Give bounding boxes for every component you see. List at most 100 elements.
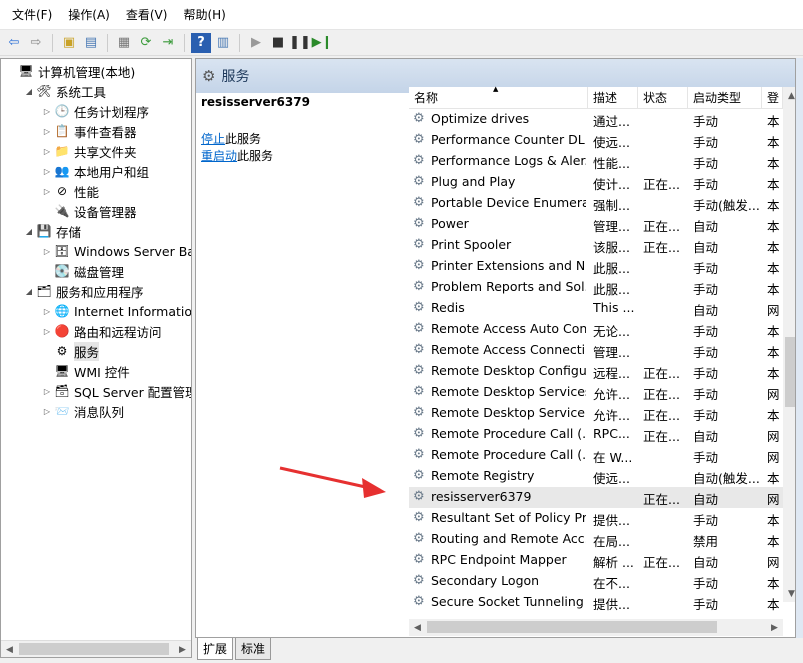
- tree-item[interactable]: ⚙ 服务: [41, 341, 100, 361]
- back-icon[interactable]: ⇦: [4, 33, 24, 53]
- expander-icon[interactable]: ◢: [23, 287, 35, 296]
- service-row[interactable]: ⚙ Performance Logs & Aler... 性能... 手动 本: [409, 151, 783, 172]
- expander-icon[interactable]: ▷: [41, 187, 53, 196]
- forward-icon[interactable]: ⇨: [26, 33, 46, 53]
- tree-item[interactable]: ◢ 💾 存储: [23, 221, 81, 241]
- expander-icon[interactable]: ▷: [41, 107, 53, 116]
- tree-item[interactable]: ▷ 📁 共享文件夹: [41, 141, 137, 161]
- menu-item[interactable]: 帮助(H): [175, 3, 233, 26]
- tree-item[interactable]: ◢ 🗂 服务和应用程序: [23, 281, 144, 301]
- service-status: 正在...: [643, 555, 680, 570]
- service-row[interactable]: ⚙ Remote Access Auto Con... 无论... 手动 本: [409, 319, 783, 340]
- service-row[interactable]: ⚙ Remote Procedure Call (... 在 W... 手动 网: [409, 445, 783, 466]
- expander-icon[interactable]: ▷: [41, 327, 53, 336]
- service-startup: 手动: [693, 366, 719, 381]
- service-desc: 无论...: [593, 324, 630, 339]
- service-row[interactable]: ⚙ Remote Registry 使远... 自动(触发... 本: [409, 466, 783, 487]
- column-header[interactable]: 名称 ▲: [409, 85, 588, 109]
- sort-ascending-icon: ▲: [493, 85, 499, 93]
- expander-icon[interactable]: ▷: [41, 147, 53, 156]
- tree-item[interactable]: ▷ 👥 本地用户和组: [41, 161, 149, 181]
- service-row[interactable]: ⚙ Remote Desktop Service... 允许... 正在... 手动 本: [409, 403, 783, 424]
- stop-icon[interactable]: ■: [268, 33, 288, 53]
- service-row[interactable]: ⚙ Power 管理... 正在... 自动 本: [409, 214, 783, 235]
- red-arrow-icon: [279, 466, 386, 498]
- console-tree-icon[interactable]: ▤: [81, 33, 101, 53]
- tree-horizontal-scrollbar[interactable]: ◀ ▶: [1, 640, 191, 657]
- properties-icon[interactable]: ▦: [114, 33, 134, 53]
- tree-item[interactable]: ◢ 🛠 系统工具: [23, 81, 106, 101]
- scroll-right-icon[interactable]: ▶: [174, 641, 191, 657]
- service-row[interactable]: ⚙ Optimize drives 通过... 手动 本: [409, 109, 783, 130]
- service-row[interactable]: ⚙ resisserver6379 正在... 自动 网: [409, 487, 783, 508]
- tree-item[interactable]: ▷ 📋 事件查看器: [41, 121, 137, 141]
- scroll-thumb[interactable]: [19, 643, 169, 655]
- export-icon[interactable]: ⇥: [158, 33, 178, 53]
- expander-icon[interactable]: ▷: [41, 307, 53, 316]
- service-row[interactable]: ⚙ Secure Socket Tunneling ... 提供... 手动 本: [409, 592, 783, 613]
- tree-item[interactable]: ▷ 🕒 任务计划程序: [41, 101, 149, 121]
- menu-item[interactable]: 操作(A): [60, 3, 118, 26]
- help-icon[interactable]: ?: [191, 32, 211, 53]
- column-header[interactable]: 启动类型: [688, 87, 762, 109]
- pause-icon[interactable]: ❚❚: [289, 33, 311, 53]
- expander-icon[interactable]: ▷: [41, 387, 53, 396]
- tab-extended[interactable]: 扩展: [197, 638, 234, 660]
- tree-item[interactable]: 🖥 计算机管理(本地): [5, 61, 135, 81]
- stop-service-link[interactable]: 停止: [201, 132, 225, 146]
- column-header[interactable]: 登: [762, 87, 783, 109]
- tree-item[interactable]: ▷ 📨 消息队列: [41, 401, 124, 421]
- service-row[interactable]: ⚙ Portable Device Enumera... 强制... 手动(触发...…: [409, 193, 783, 214]
- service-row[interactable]: ⚙ Plug and Play 使计... 正在... 手动 本: [409, 172, 783, 193]
- refresh-icon[interactable]: ⟳: [136, 33, 156, 53]
- service-name: Optimize drives: [431, 111, 530, 126]
- tree-item[interactable]: 🖥 WMI 控件: [41, 361, 129, 381]
- service-gear-icon: ⚙: [413, 363, 425, 378]
- list-horizontal-scrollbar[interactable]: ◀ ▶: [409, 619, 783, 636]
- up-folder-icon[interactable]: ▣: [59, 33, 79, 53]
- service-row[interactable]: ⚙ Performance Counter DL... 使远... 手动 本: [409, 130, 783, 151]
- tree-item[interactable]: ▷🌐 Internet Information S: [41, 301, 191, 321]
- tree-item[interactable]: 💽 磁盘管理: [41, 261, 125, 281]
- service-row[interactable]: ⚙ Secondary Logon 在不... 手动 本: [409, 571, 783, 592]
- expander-icon[interactable]: ▷: [41, 407, 53, 416]
- expander-icon[interactable]: ▷: [41, 247, 53, 256]
- expander-icon[interactable]: ▷: [41, 127, 53, 136]
- service-row[interactable]: ⚙ Remote Procedure Call (... RPC... 正在... 自动…: [409, 424, 783, 445]
- tree-item[interactable]: 🔌 设备管理器: [41, 201, 137, 221]
- service-row[interactable]: ⚙ Remote Desktop Services 允许... 正在... 手动 网: [409, 382, 783, 403]
- expander-icon[interactable]: ◢: [23, 87, 35, 96]
- tree-item[interactable]: ▷ 🔴 路由和远程访问: [41, 321, 162, 341]
- services-panel: ⚙ 服务 resisserver6379 停止此服务 重启动此服务 名称 ▲ 描述状…: [195, 58, 803, 638]
- scroll-thumb[interactable]: [427, 621, 717, 633]
- menu-item[interactable]: 查看(V): [118, 3, 176, 26]
- service-logon: 本: [767, 135, 780, 150]
- tree-item[interactable]: ▷ ⊘ 性能: [41, 181, 99, 201]
- service-row[interactable]: ⚙ Redis This ... 自动 网: [409, 298, 783, 319]
- expander-icon[interactable]: ◢: [23, 227, 35, 236]
- service-logon: 网: [767, 387, 780, 402]
- show-hide-icon[interactable]: ▥: [213, 33, 233, 53]
- scroll-left-icon[interactable]: ◀: [409, 619, 426, 636]
- start-icon[interactable]: ▶: [246, 33, 266, 53]
- service-row[interactable]: ⚙ Remote Access Connecti... 管理... 手动 本: [409, 340, 783, 361]
- scroll-left-icon[interactable]: ◀: [1, 641, 18, 657]
- restart-service-link[interactable]: 重启动: [201, 149, 237, 163]
- service-name: RPC Endpoint Mapper: [431, 552, 567, 567]
- service-row[interactable]: ⚙ RPC Endpoint Mapper 解析 ... 正在... 自动 网: [409, 550, 783, 571]
- scroll-right-icon[interactable]: ▶: [766, 619, 783, 636]
- tree-item[interactable]: ▷🗃 SQL Server 配置管理器: [41, 381, 191, 401]
- menu-item[interactable]: 文件(F): [4, 3, 60, 26]
- service-row[interactable]: ⚙ Problem Reports and Sol... 此服... 手动 本: [409, 277, 783, 298]
- service-row[interactable]: ⚙ Routing and Remote Acc... 在局... 禁用 本: [409, 529, 783, 550]
- column-header[interactable]: 状态: [638, 87, 688, 109]
- service-row[interactable]: ⚙ Print Spooler 该服... 正在... 自动 本: [409, 235, 783, 256]
- restart-icon[interactable]: ▶❙: [312, 33, 333, 53]
- tab-standard[interactable]: 标准: [235, 638, 272, 660]
- service-row[interactable]: ⚙ Resultant Set of Policy Pr... 提供... 手动 本: [409, 508, 783, 529]
- expander-icon[interactable]: ▷: [41, 167, 53, 176]
- column-header[interactable]: 描述: [588, 87, 638, 109]
- service-row[interactable]: ⚙ Remote Desktop Configu... 远程... 正在... 手动 本: [409, 361, 783, 382]
- tree-item[interactable]: ▷🗄 Windows Server Back: [41, 241, 191, 261]
- service-row[interactable]: ⚙ Printer Extensions and N... 此服... 手动 本: [409, 256, 783, 277]
